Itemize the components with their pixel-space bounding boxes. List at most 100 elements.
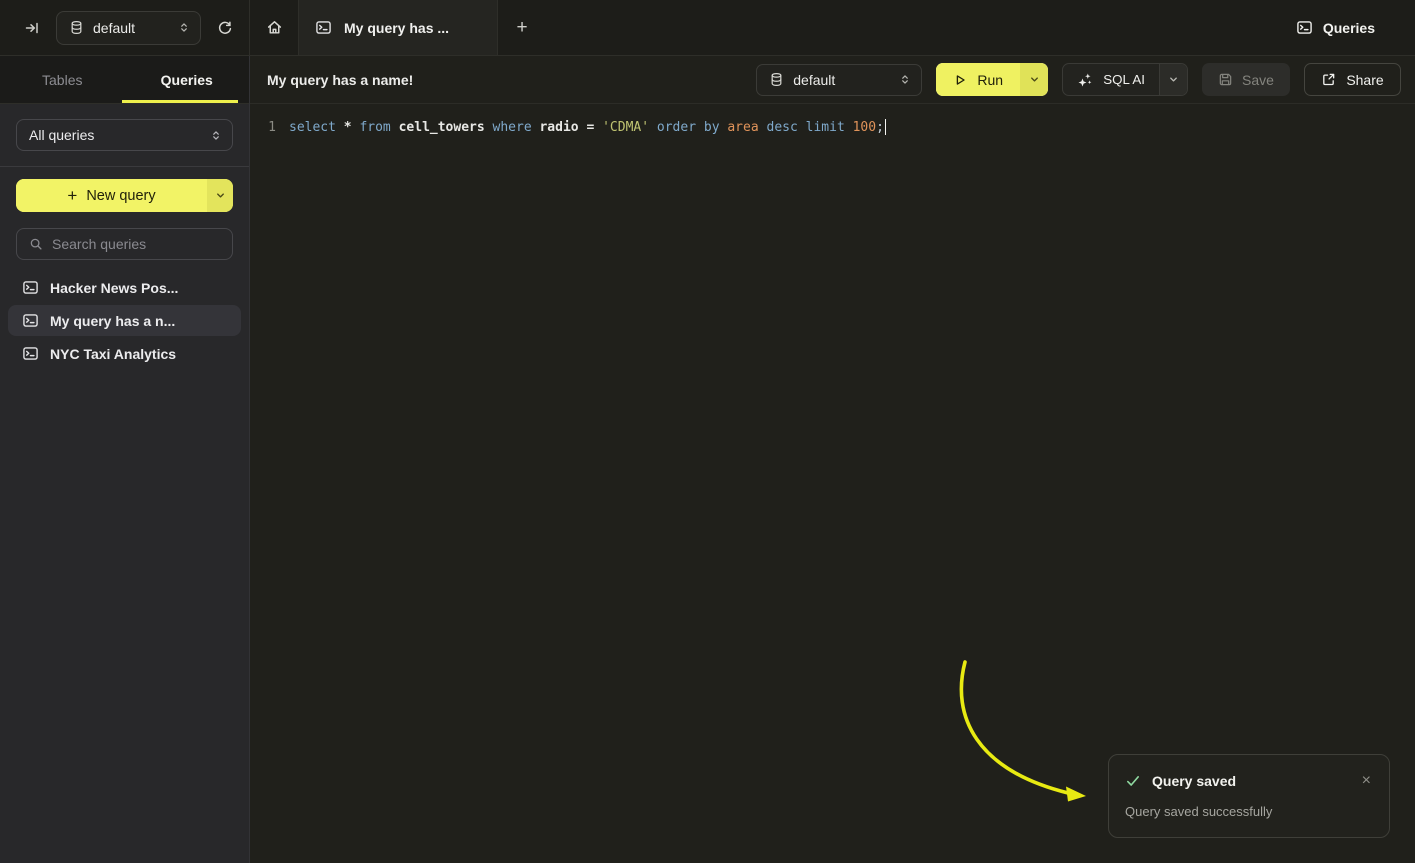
query-list-item[interactable]: NYC Taxi Analytics — [8, 338, 241, 369]
line-number: 1 — [250, 118, 276, 137]
text-cursor — [885, 119, 887, 135]
sql-token — [336, 120, 344, 135]
run-dropdown-button[interactable] — [1020, 63, 1048, 96]
new-query-button[interactable]: + New query — [16, 179, 233, 212]
active-tab-underline — [122, 100, 238, 103]
sql-token — [759, 120, 767, 135]
sql-token: by — [704, 120, 720, 135]
query-item-label: NYC Taxi Analytics — [50, 346, 176, 362]
query-item-label: Hacker News Pos... — [50, 280, 178, 296]
sidebar-tab-tables[interactable]: Tables — [0, 56, 125, 103]
sql-token — [649, 120, 657, 135]
terminal-icon — [1296, 19, 1313, 36]
database-icon — [69, 20, 84, 35]
save-label: Save — [1242, 72, 1274, 88]
save-button[interactable]: Save — [1202, 63, 1290, 96]
sql-token: desc — [767, 120, 798, 135]
query-title: My query has a name! — [267, 72, 413, 88]
chevron-updown-icon — [178, 21, 190, 34]
run-button-main[interactable]: Run — [936, 63, 1020, 96]
sql-token: 'CDMA' — [602, 120, 649, 135]
sql-token: from — [359, 120, 390, 135]
sql-token — [485, 120, 493, 135]
topbar-database-selector-value: default — [93, 20, 169, 36]
plus-icon: + — [67, 186, 77, 206]
sql-token: * — [344, 120, 352, 135]
queries-indicator[interactable]: Queries — [1296, 19, 1375, 36]
new-query-dropdown-button[interactable] — [207, 179, 233, 212]
main-header: My query has a name! default — [250, 56, 1415, 104]
code-line[interactable]: select * from cell_towers where radio = … — [276, 118, 886, 137]
toolbar-database-selector[interactable]: default — [756, 64, 922, 96]
sql-token: limit — [806, 120, 845, 135]
sql-ai-dropdown-button[interactable] — [1159, 64, 1187, 95]
search-queries-input[interactable] — [52, 236, 233, 252]
query-filter-select[interactable]: All queries — [16, 119, 233, 151]
toolbar-database-selector-value: default — [793, 72, 890, 88]
search-icon — [29, 237, 43, 251]
sql-token — [696, 120, 704, 135]
main-toolbar: default Run — [756, 63, 1401, 96]
sql-ai-button[interactable]: SQL AI — [1062, 63, 1188, 96]
collapse-sidebar-button[interactable] — [20, 16, 44, 40]
toast-title: Query saved — [1152, 773, 1236, 789]
chevron-updown-icon — [899, 73, 911, 86]
sidebar-tabs: Tables Queries — [0, 56, 249, 104]
tab-label: My query has ... — [344, 20, 449, 36]
new-query-label: New query — [86, 188, 155, 204]
sql-token: order — [657, 120, 696, 135]
query-item-label: My query has a n... — [50, 313, 175, 329]
play-icon — [953, 73, 967, 87]
sidebar-divider — [0, 166, 249, 167]
sql-editor[interactable]: 1 select * from cell_towers where radio … — [250, 104, 1415, 137]
topbar-right-section: Queries — [1296, 0, 1415, 55]
run-label: Run — [977, 72, 1003, 88]
collapse-sidebar-icon — [24, 20, 40, 36]
sidebar-body: All queries + New query — [0, 104, 249, 384]
query-list-item[interactable]: Hacker News Pos... — [8, 272, 241, 303]
query-filter-select-value: All queries — [29, 127, 210, 143]
terminal-icon — [22, 312, 39, 329]
sql-token: where — [493, 120, 532, 135]
sql-token: cell_towers — [399, 120, 485, 135]
home-icon — [266, 19, 283, 36]
sql-token: area — [727, 120, 758, 135]
sql-token — [594, 120, 602, 135]
chevron-updown-icon — [210, 129, 222, 142]
topbar-left-section: default — [0, 0, 250, 55]
sql-ai-main[interactable]: SQL AI — [1063, 64, 1159, 95]
query-list: Hacker News Pos... My query has a n... NYC… — [8, 272, 241, 369]
new-tab-button[interactable]: + — [498, 0, 546, 55]
terminal-icon — [22, 345, 39, 362]
topbar-database-selector[interactable]: default — [56, 11, 201, 45]
run-button[interactable]: Run — [936, 63, 1048, 96]
tab-strip: My query has ... + — [250, 0, 1296, 55]
new-query-main[interactable]: + New query — [16, 179, 207, 212]
sql-token — [798, 120, 806, 135]
terminal-icon — [22, 279, 39, 296]
sql-ai-label: SQL AI — [1103, 72, 1145, 87]
sql-token: radio — [539, 120, 578, 135]
queries-indicator-label: Queries — [1323, 20, 1375, 36]
topbar: default — [0, 0, 1415, 56]
sql-token — [391, 120, 399, 135]
refresh-button[interactable] — [213, 16, 237, 40]
toast-query-saved: Query saved × Query saved successfully — [1108, 754, 1390, 838]
search-queries-box — [16, 228, 233, 260]
sidebar: Tables Queries All queries + New query — [0, 56, 250, 863]
sparkles-icon — [1077, 72, 1093, 88]
share-label: Share — [1346, 72, 1383, 88]
tab-my-query[interactable]: My query has ... — [298, 0, 498, 55]
home-tab-button[interactable] — [250, 0, 298, 55]
share-icon — [1321, 72, 1336, 87]
toast-close-button[interactable]: × — [1360, 771, 1373, 791]
sidebar-tab-queries[interactable]: Queries — [125, 56, 250, 103]
share-button[interactable]: Share — [1304, 63, 1401, 96]
terminal-icon — [315, 19, 332, 36]
sql-token: select — [289, 120, 336, 135]
save-icon — [1218, 72, 1233, 87]
sql-token — [845, 120, 853, 135]
toast-message: Query saved successfully — [1125, 804, 1373, 819]
check-icon — [1125, 773, 1141, 789]
query-list-item[interactable]: My query has a n... — [8, 305, 241, 336]
